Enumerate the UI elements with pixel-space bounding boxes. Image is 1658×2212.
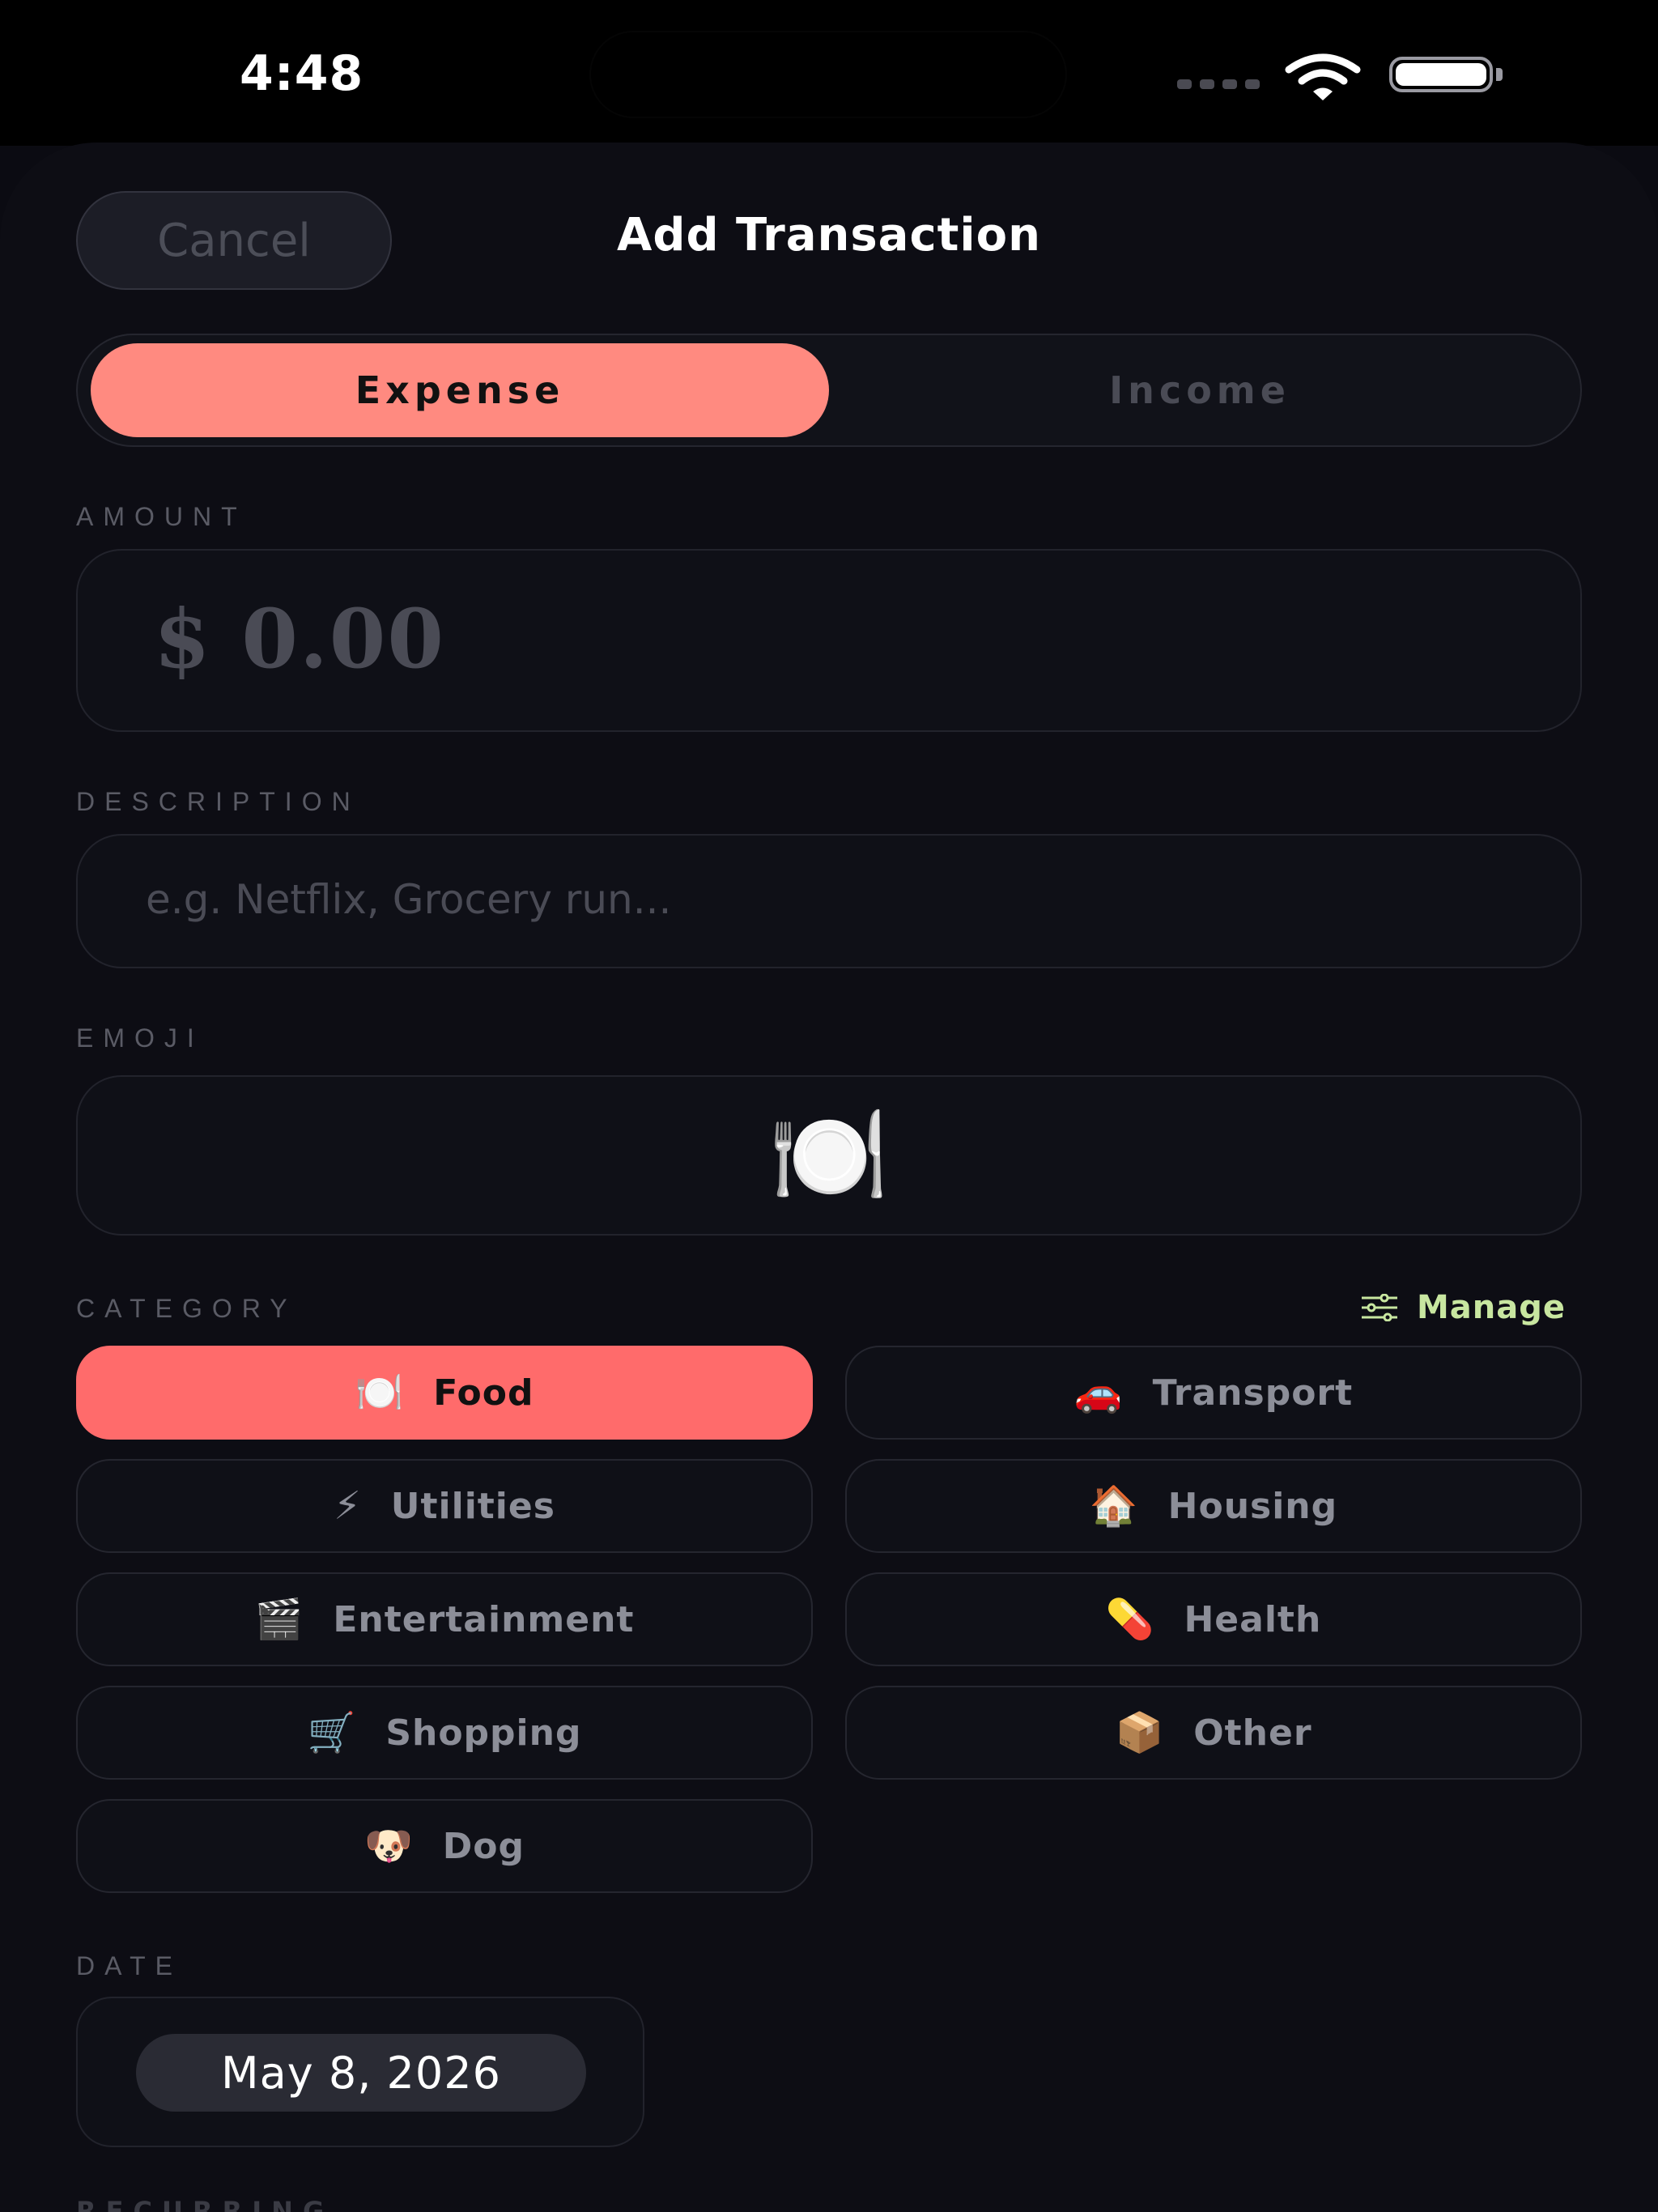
category-other[interactable]: 📦 Other (845, 1686, 1582, 1780)
date-label: DATE (76, 1951, 182, 1980)
recurring-label: RECURRING (76, 2196, 334, 2212)
transaction-type-toggle: Expense Income (76, 334, 1582, 447)
emoji-picker[interactable]: 🍽️ (76, 1075, 1582, 1236)
description-field[interactable]: e.g. Netflix, Grocery run... (76, 834, 1582, 968)
income-tab[interactable]: Income (831, 343, 1569, 437)
cancel-button[interactable]: Cancel (76, 191, 392, 290)
category-health[interactable]: 💊 Health (845, 1572, 1582, 1666)
category-transport[interactable]: 🚗 Transport (845, 1346, 1582, 1440)
dog-emoji-icon: 🐶 (363, 1823, 414, 1869)
clapper-emoji-icon: 🎬 (254, 1597, 304, 1642)
expense-tab[interactable]: Expense (91, 343, 829, 437)
description-placeholder: e.g. Netflix, Grocery run... (146, 876, 672, 923)
category-label-other: Other (1193, 1712, 1312, 1754)
date-picker-button[interactable]: May 8, 2026 (136, 2034, 586, 2112)
category-label-dog: Dog (442, 1825, 525, 1867)
category-food[interactable]: 🍽️ Food (76, 1346, 813, 1440)
amount-label: AMOUNT (76, 502, 247, 531)
sliders-icon (1362, 1294, 1397, 1321)
date-field: May 8, 2026 (76, 1997, 644, 2147)
emoji-label: EMOJI (76, 1023, 204, 1053)
manage-label: Manage (1417, 1289, 1567, 1326)
category-housing[interactable]: 🏠 Housing (845, 1459, 1582, 1553)
category-label-shopping: Shopping (385, 1712, 582, 1754)
page-title: Add Transaction (617, 209, 1041, 262)
dynamic-island (591, 32, 1065, 117)
category-shopping[interactable]: 🛒 Shopping (76, 1686, 813, 1780)
category-label: CATEGORY (76, 1294, 297, 1323)
category-label-food: Food (433, 1372, 534, 1414)
car-emoji-icon: 🚗 (1073, 1370, 1124, 1415)
status-time: 4:48 (240, 45, 364, 102)
amount-value: $ 0.00 (154, 591, 445, 687)
house-emoji-icon: 🏠 (1089, 1483, 1139, 1529)
description-label: DESCRIPTION (76, 787, 360, 816)
food-emoji-icon: 🍽️ (355, 1370, 405, 1415)
cart-emoji-icon: 🛒 (307, 1710, 357, 1755)
status-bar: 4:48 (0, 0, 1658, 146)
package-emoji-icon: 📦 (1115, 1710, 1165, 1755)
lightning-emoji-icon: ⚡ (334, 1483, 362, 1529)
manage-categories-button[interactable]: Manage (1360, 1287, 1566, 1328)
selected-emoji: 🍽️ (768, 1100, 890, 1212)
battery-cap (1496, 68, 1503, 81)
category-grid: 🍽️ Food 🚗 Transport ⚡ Utilities 🏠 Housin… (76, 1346, 1582, 1893)
category-dog[interactable]: 🐶 Dog (76, 1799, 813, 1893)
wifi-icon (1285, 53, 1361, 100)
category-label-housing: Housing (1167, 1485, 1338, 1527)
category-entertainment[interactable]: 🎬 Entertainment (76, 1572, 813, 1666)
category-label-entertainment: Entertainment (333, 1598, 635, 1640)
battery-icon (1389, 57, 1493, 92)
category-label-transport: Transport (1152, 1372, 1354, 1414)
category-label-health: Health (1184, 1598, 1322, 1640)
category-utilities[interactable]: ⚡ Utilities (76, 1459, 813, 1553)
screen: 4:48 Cancel Add Transaction Expense Inco… (0, 0, 1658, 2212)
pill-emoji-icon: 💊 (1105, 1597, 1155, 1642)
cellular-signal-icon (1177, 79, 1261, 91)
amount-field[interactable]: $ 0.00 (76, 549, 1582, 732)
category-label-utilities: Utilities (390, 1485, 555, 1527)
